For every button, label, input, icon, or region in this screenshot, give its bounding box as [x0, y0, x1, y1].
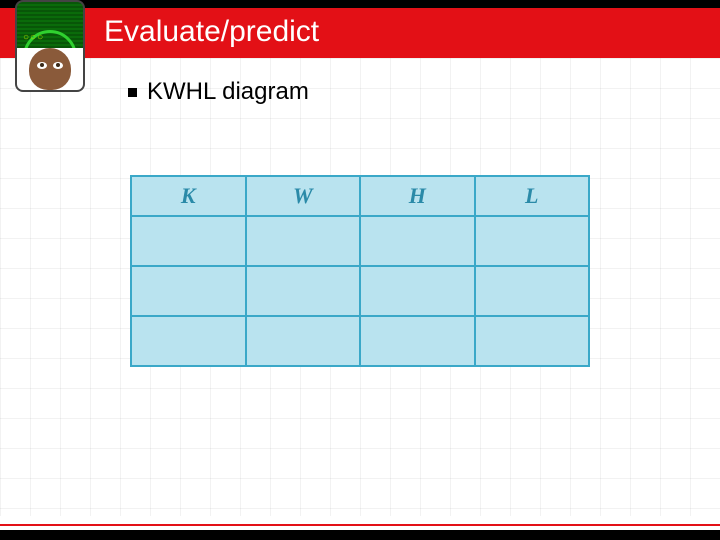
avatar-brain-panel: ○○○: [15, 0, 85, 48]
table-body: [131, 216, 589, 366]
col-header-k: K: [131, 176, 246, 216]
table-cell: [360, 266, 475, 316]
table-row: [131, 266, 589, 316]
table-cell: [131, 266, 246, 316]
bullet-marker: [128, 88, 137, 97]
top-accent-bar: [0, 0, 720, 8]
gear-icon: ○○○: [23, 32, 44, 43]
table-cell: [475, 266, 590, 316]
avatar-face: [29, 48, 71, 90]
table-cell: [475, 316, 590, 366]
col-header-l: L: [475, 176, 590, 216]
table-header-row: K W H L: [131, 176, 589, 216]
table-row: [131, 316, 589, 366]
bottom-black-bar: [0, 530, 720, 540]
bottom-accent-line: [0, 524, 720, 526]
avatar-face-panel: [15, 48, 85, 92]
table-cell: [475, 216, 590, 266]
avatar-pupil: [40, 63, 44, 67]
kwhl-table: K W H L: [130, 175, 590, 367]
bullet-item: KWHL diagram: [128, 78, 309, 106]
col-header-h: H: [360, 176, 475, 216]
avatar: ○○○: [15, 0, 85, 92]
table-cell: [360, 216, 475, 266]
avatar-pupil: [56, 63, 60, 67]
table-cell: [131, 316, 246, 366]
avatar-eye-left: [37, 62, 47, 69]
avatar-eye-right: [53, 62, 63, 69]
table-cell: [246, 316, 361, 366]
bullet-text: KWHL diagram: [147, 78, 309, 106]
table-row: [131, 216, 589, 266]
table-cell: [131, 216, 246, 266]
page-title: Evaluate/predict: [104, 8, 319, 56]
table-cell: [360, 316, 475, 366]
table-cell: [246, 266, 361, 316]
table-cell: [246, 216, 361, 266]
col-header-w: W: [246, 176, 361, 216]
